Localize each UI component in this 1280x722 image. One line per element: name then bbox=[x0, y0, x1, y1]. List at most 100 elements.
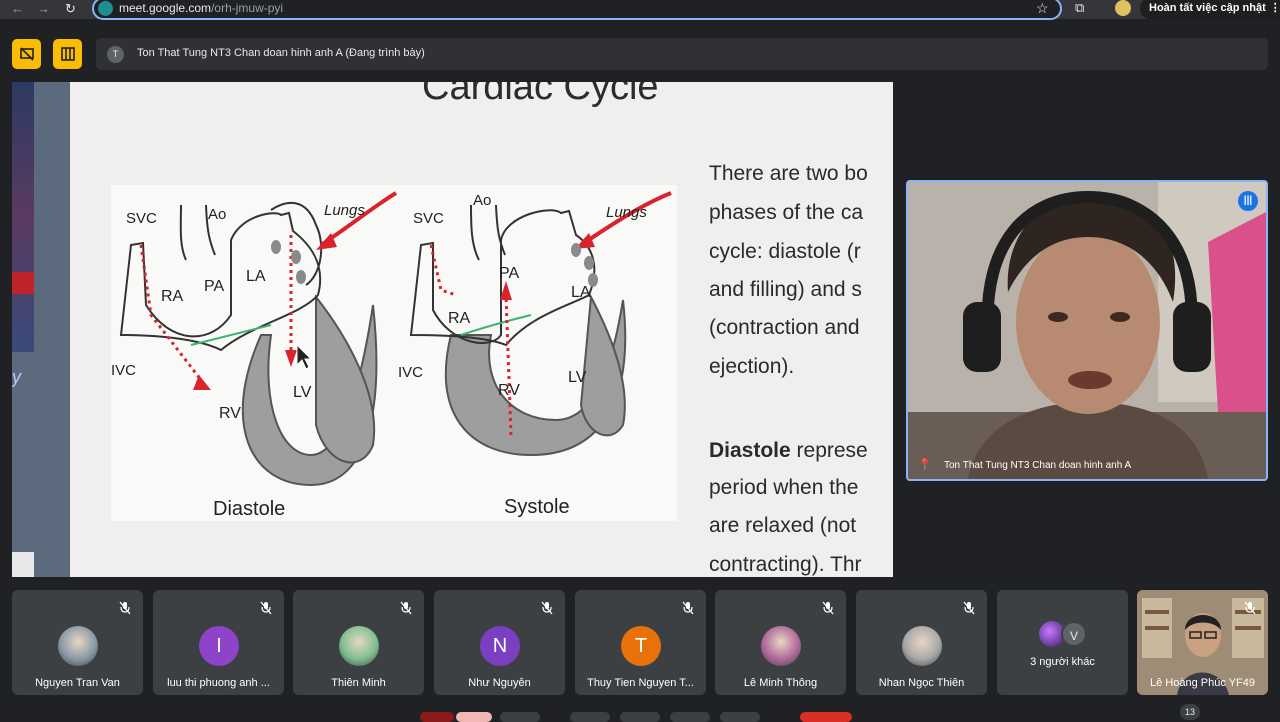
label-ivc-right: IVC bbox=[398, 364, 423, 381]
label-lungs-right: Lungs bbox=[606, 204, 647, 221]
slide-edge-box bbox=[12, 552, 34, 577]
participant-name: luu thi phuong anh ... bbox=[167, 677, 270, 689]
control-button[interactable] bbox=[670, 712, 710, 722]
slide-paragraph-line: cycle: diastole (r bbox=[709, 240, 861, 263]
slide-edge-red-block bbox=[12, 272, 34, 294]
label-ao-left: Ao bbox=[208, 206, 226, 223]
bookmark-star-icon[interactable]: ☆ bbox=[1036, 0, 1049, 17]
participant-tile[interactable]: Nguyen Tran Van bbox=[12, 590, 143, 695]
avatar: T bbox=[621, 626, 661, 666]
label-la-left: LA bbox=[246, 268, 266, 285]
others-tile[interactable]: V 3 người khác bbox=[997, 590, 1128, 695]
participant-name: Lê Hoàng Phúc YF49 bbox=[1150, 677, 1255, 689]
slide-sidebar-edge: y bbox=[12, 82, 70, 577]
slide-title: Cardiac Cycle bbox=[422, 82, 659, 108]
extensions-icon[interactable]: ⧉ bbox=[1075, 0, 1084, 16]
slide-paragraph-line: and filling) and s bbox=[709, 278, 862, 301]
avatar: N bbox=[480, 626, 520, 666]
presenter-label: Ton That Tung NT3 Chan doan hinh anh A (… bbox=[137, 47, 425, 59]
slide-paragraph-line: There are two bo bbox=[709, 162, 868, 185]
caption-diastole: Diastole bbox=[213, 498, 285, 520]
hide-presentation-button[interactable] bbox=[12, 39, 41, 69]
slide-edge-image bbox=[12, 82, 34, 352]
presenter-avatar: T bbox=[107, 46, 124, 63]
self-video-tile[interactable]: ||| 📍 Ton That Tung NT3 Chan doan hinh a… bbox=[906, 180, 1268, 481]
label-svc-right: SVC bbox=[413, 210, 444, 227]
participant-count-badge: 13 bbox=[1180, 704, 1200, 720]
mic-off-icon bbox=[119, 601, 131, 615]
forward-arrow-icon[interactable]: → bbox=[37, 1, 50, 17]
label-pa-right: PA bbox=[499, 265, 519, 282]
control-button[interactable] bbox=[500, 712, 540, 722]
label-rv-right: RV bbox=[498, 382, 520, 399]
site-info-icon[interactable] bbox=[98, 1, 113, 16]
layout-icon bbox=[60, 47, 75, 61]
heart-diagram-svg: SVC Ao Lungs RA PA LA IVC RV LV Diastole bbox=[111, 191, 672, 520]
participant-name: Như Nguyễn bbox=[468, 677, 531, 689]
presentation-off-icon bbox=[19, 47, 34, 61]
control-button[interactable] bbox=[620, 712, 660, 722]
browser-menu-icon[interactable]: ⋮ bbox=[1270, 0, 1280, 19]
back-arrow-icon[interactable]: ← bbox=[11, 1, 24, 17]
label-ra-right: RA bbox=[448, 310, 471, 327]
profile-avatar[interactable] bbox=[1115, 0, 1131, 16]
mic-off-icon bbox=[963, 601, 975, 615]
reload-icon[interactable]: ↻ bbox=[65, 1, 76, 17]
participant-name: Thuy Tien Nguyen T... bbox=[587, 677, 694, 689]
slide-paragraph-line: (contraction and bbox=[709, 316, 860, 339]
mic-off-icon bbox=[400, 601, 412, 615]
browser-toolbar: ← → ↻ meet.google.com/orh-jmuw-pyi ☆ ⧉ H… bbox=[0, 0, 1280, 20]
participant-tile[interactable]: Lê Minh Thông bbox=[715, 590, 846, 695]
participant-tile[interactable]: N Như Nguyễn bbox=[434, 590, 565, 695]
pin-icon[interactable]: 📍 bbox=[918, 458, 932, 471]
avatar bbox=[58, 626, 98, 666]
systole-heart: SVC Ao Lungs PA LA RA IVC RV LV Systole bbox=[398, 191, 672, 518]
bottom-controls-partial bbox=[420, 710, 860, 722]
label-svc-left: SVC bbox=[126, 210, 157, 227]
slide-edge-letter: y bbox=[12, 367, 21, 387]
label-lungs-left: Lungs bbox=[324, 202, 365, 219]
label-lv-left: LV bbox=[293, 384, 312, 401]
update-button[interactable]: Hoàn tất việc cập nhật ⋮ bbox=[1140, 0, 1280, 19]
participant-tile[interactable]: T Thuy Tien Nguyen T... bbox=[575, 590, 706, 695]
address-bar[interactable]: meet.google.com/orh-jmuw-pyi bbox=[92, 0, 1062, 20]
participant-tile[interactable]: Thiên Minh bbox=[293, 590, 424, 695]
participant-name: Nguyen Tran Van bbox=[35, 677, 120, 689]
control-button[interactable] bbox=[570, 712, 610, 722]
participant-tile[interactable]: Iluu thi phuong anh ... bbox=[153, 590, 284, 695]
mic-off-icon bbox=[822, 601, 834, 615]
label-ao-right: Ao bbox=[473, 192, 491, 209]
participant-tile-video[interactable]: Lê Hoàng Phúc YF49 bbox=[1137, 590, 1268, 695]
diastole-heart: SVC Ao Lungs RA PA LA IVC RV LV Diastole bbox=[111, 191, 398, 520]
avatar bbox=[339, 626, 379, 666]
control-button[interactable] bbox=[720, 712, 760, 722]
label-pa-left: PA bbox=[204, 278, 224, 295]
mouse-cursor-icon bbox=[296, 343, 313, 370]
label-lv-right: LV bbox=[568, 369, 587, 386]
url-text: meet.google.com/orh-jmuw-pyi bbox=[119, 1, 284, 15]
label-rv-left: RV bbox=[219, 405, 241, 422]
slide-paragraph-line: period when the bbox=[709, 476, 859, 499]
slide-paragraph-line: are relaxed (not bbox=[709, 514, 857, 537]
caption-systole: Systole bbox=[504, 496, 570, 518]
shared-presentation: y Cardiac Cycle SVC Ao Lungs RA PA LA IV… bbox=[12, 82, 893, 577]
cardiac-diagram: SVC Ao Lungs RA PA LA IVC RV LV Diastole bbox=[111, 185, 677, 521]
avatar: I bbox=[199, 626, 239, 666]
label-la-right: LA bbox=[571, 284, 591, 301]
participant-name: Thiên Minh bbox=[331, 677, 386, 689]
mic-off-icon bbox=[260, 601, 272, 615]
others-avatars: V bbox=[1037, 621, 1097, 647]
slide-paragraph-diastole: Diastole represe bbox=[709, 439, 868, 462]
self-name-label: Ton That Tung NT3 Chan doan hinh anh A bbox=[944, 460, 1132, 471]
mic-off-icon bbox=[1244, 601, 1256, 615]
control-button[interactable] bbox=[420, 712, 454, 722]
self-video-feed bbox=[908, 182, 1266, 479]
mic-off-icon bbox=[682, 601, 694, 615]
others-count-label: 3 người khác bbox=[1030, 656, 1095, 668]
layout-button[interactable] bbox=[53, 39, 82, 69]
avatar: V bbox=[1061, 621, 1087, 647]
participant-tile[interactable]: Nhan Ngọc Thiên bbox=[856, 590, 987, 695]
leave-call-button[interactable] bbox=[800, 712, 852, 722]
control-button[interactable] bbox=[456, 712, 492, 722]
mic-off-icon bbox=[541, 601, 553, 615]
